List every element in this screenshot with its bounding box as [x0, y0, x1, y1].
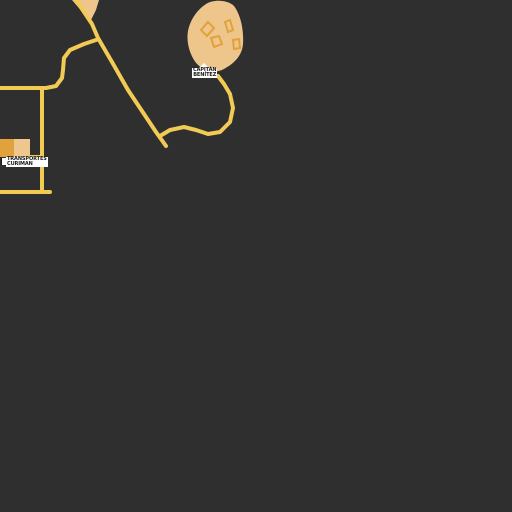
transports-label-line2: CURIMAN: [7, 161, 33, 167]
road-west-branch: [0, 38, 98, 90]
capitan-label-line2: BENÍTEZ: [193, 72, 217, 78]
capitan-label[interactable]: CAPITÁN BENÍTEZ: [192, 68, 218, 78]
road-capitan-loop: [158, 74, 235, 138]
road-main-diagonal: [74, 0, 168, 148]
transports-label[interactable]: TRANSPORTES CURIMAN: [6, 157, 48, 167]
building-transports-dark: [0, 139, 14, 157]
building-transports-light: [14, 139, 30, 157]
map-canvas[interactable]: CAPITÁN BENÍTEZ TRANSPORTES CURIMAN: [0, 0, 512, 512]
map-layer: [0, 0, 244, 194]
